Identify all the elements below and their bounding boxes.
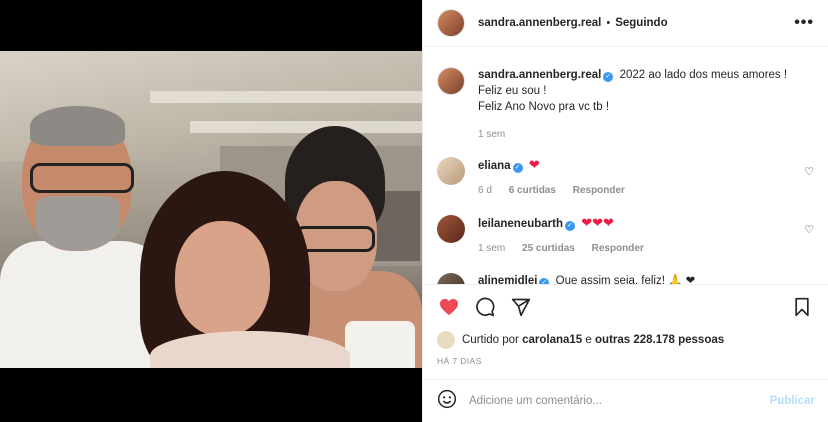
comment-text: ❤ <box>528 157 540 172</box>
liker-avatar[interactable] <box>437 331 455 349</box>
photo-beam <box>150 91 422 103</box>
comments-list[interactable]: sandra.annenberg.real ✓ 2022 ao lado dos … <box>423 47 828 284</box>
like-comment-heart-icon[interactable]: ♡ <box>804 165 814 178</box>
comment-likes[interactable]: 25 curtidas <box>522 243 575 254</box>
likes-summary: Curtido por carolana15 e outras 228.178 … <box>437 331 814 349</box>
man-beard <box>35 196 120 251</box>
heart-icon[interactable] <box>437 295 461 319</box>
following-button[interactable]: Seguindo <box>615 17 667 29</box>
comment-meta: 1 sem 25 curtidas Responder <box>478 241 658 257</box>
comment-username[interactable]: leilaneneubarth <box>478 218 563 230</box>
verified-icon: ✓ <box>512 163 523 173</box>
post-photo[interactable] <box>0 51 422 368</box>
reply-button[interactable]: Responder <box>573 185 625 196</box>
caption: sandra.annenberg.real ✓ 2022 ao lado dos … <box>437 67 814 143</box>
comment-item: eliana ✓ ❤ 6 d 6 curtidas Responder ♡ <box>437 157 814 199</box>
caption-line-1: 2022 ao lado dos meus amores ! <box>619 69 788 81</box>
verified-icon: ✓ <box>565 221 575 231</box>
like-comment-heart-icon[interactable]: ♡ <box>804 223 814 236</box>
liker-username[interactable]: carolana15 <box>522 334 582 346</box>
other-likes-link[interactable]: outras 228.178 pessoas <box>595 334 724 346</box>
liked-by-prefix: Curtido por <box>462 334 519 346</box>
comment-item: leilaneneubarth ✓ ❤❤❤ 1 sem 25 curtidas R… <box>437 215 814 257</box>
liked-by-joiner: e <box>585 334 592 346</box>
bookmark-icon[interactable] <box>790 295 814 319</box>
comment-time: 1 sem <box>478 243 506 254</box>
post-viewer: sandra.annenberg.real • Seguindo ••• san… <box>0 0 828 422</box>
comment-item: alinemidlej ✓ Que assim seja, feliz! 🙏 ❤ <box>437 273 814 284</box>
caption-avatar[interactable] <box>437 67 465 95</box>
comment-username[interactable]: alinemidlej <box>478 275 537 284</box>
comment-text: Que assim seja, feliz! 🙏 ❤ <box>555 275 696 284</box>
commenter-avatar[interactable] <box>437 215 465 243</box>
photo-beam <box>190 121 422 133</box>
add-comment-bar: Adicione um comentário... Publicar <box>423 379 828 422</box>
caption-line-3: Feliz Ano Novo pra vc tb ! <box>478 101 610 113</box>
header-separator: • <box>606 17 611 29</box>
reply-button[interactable]: Responder <box>592 243 644 254</box>
comment-body: leilaneneubarth ✓ ❤❤❤ 1 sem 25 curtidas R… <box>478 215 658 257</box>
publish-button[interactable]: Publicar <box>770 395 815 407</box>
author-username[interactable]: sandra.annenberg.real <box>478 17 601 29</box>
commenter-avatar[interactable] <box>437 273 465 284</box>
comment-likes[interactable]: 6 curtidas <box>509 185 556 196</box>
comment-meta: 6 d 6 curtidas Responder <box>478 183 639 199</box>
post-actions: Curtido por carolana15 e outras 228.178 … <box>423 284 828 374</box>
caption-line-2: Feliz eu sou ! <box>478 85 547 97</box>
action-icons <box>437 295 814 319</box>
comment-text: ❤❤❤ <box>581 215 614 230</box>
post-header: sandra.annenberg.real • Seguindo ••• <box>423 0 828 47</box>
girl-face <box>175 221 270 336</box>
post-date: HÁ 7 DIAS <box>437 356 482 366</box>
share-icon[interactable] <box>509 295 533 319</box>
comment-time: 6 d <box>478 185 492 196</box>
comment-body: eliana ✓ ❤ 6 d 6 curtidas Responder <box>478 157 639 199</box>
media-pane <box>0 0 422 422</box>
emoji-icon[interactable] <box>437 389 457 414</box>
commenter-avatar[interactable] <box>437 157 465 185</box>
verified-icon: ✓ <box>603 72 614 82</box>
comment-input[interactable]: Adicione um comentário... <box>469 395 602 407</box>
man-glasses <box>30 163 134 193</box>
woman-top <box>345 321 415 368</box>
author-avatar[interactable] <box>437 9 465 37</box>
verified-icon: ✓ <box>539 278 550 284</box>
comment-icon[interactable] <box>473 295 497 319</box>
caption-username[interactable]: sandra.annenberg.real <box>478 69 601 81</box>
more-icon[interactable]: ••• <box>794 14 814 32</box>
caption-time: 1 sem <box>478 129 506 140</box>
caption-text: sandra.annenberg.real ✓ 2022 ao lado dos … <box>478 67 787 143</box>
man-hair <box>30 106 125 146</box>
comment-username[interactable]: eliana <box>478 160 511 172</box>
post-side-panel: sandra.annenberg.real • Seguindo ••• san… <box>422 0 828 422</box>
comment-body: alinemidlej ✓ Que assim seja, feliz! 🙏 ❤ <box>478 273 695 284</box>
